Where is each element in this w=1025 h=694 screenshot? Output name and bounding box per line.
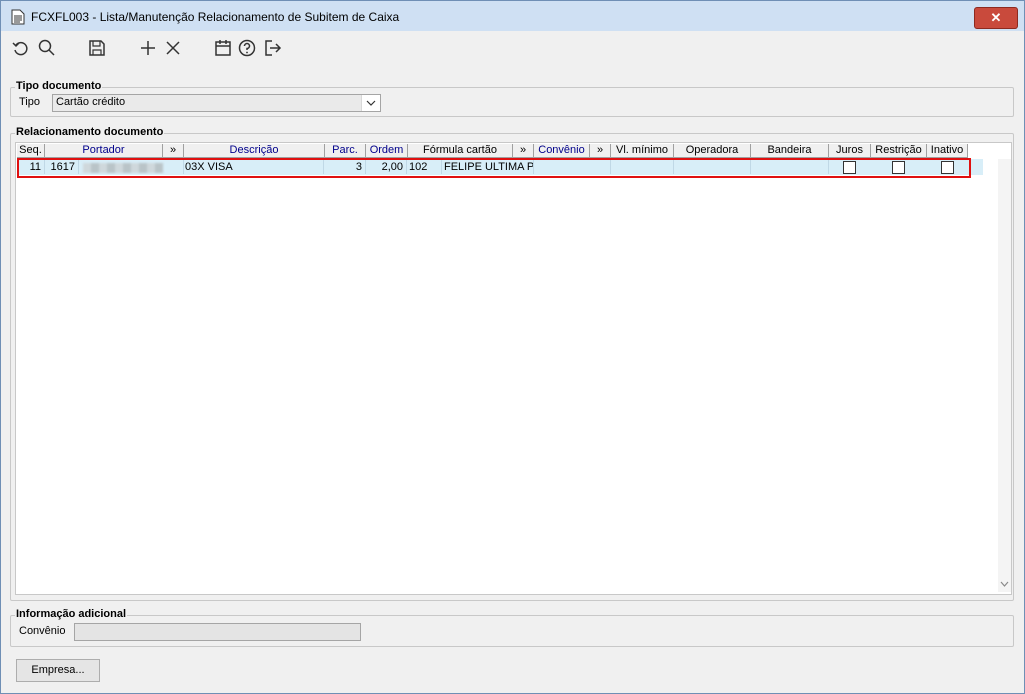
convenio-label: Convênio: [19, 625, 66, 637]
convenio-field[interactable]: [74, 623, 361, 641]
cell-parc: 3: [324, 160, 366, 174]
exit-icon[interactable]: [263, 38, 283, 58]
document-icon: [11, 9, 25, 25]
toolbar: [1, 31, 1024, 63]
col-header-expand-convenio[interactable]: »: [590, 144, 611, 158]
restricao-checkbox[interactable]: [892, 161, 905, 174]
delete-icon[interactable]: [163, 38, 183, 58]
main-window: FCXFL003 - Lista/Manutenção Relacionamen…: [0, 0, 1025, 694]
col-header-formula-cartao[interactable]: Fórmula cartão: [408, 144, 513, 158]
col-header-juros[interactable]: Juros: [829, 144, 871, 158]
cell-descricao: 03X VISA: [183, 160, 324, 174]
cell-portador-name: [79, 160, 184, 174]
col-header-parc[interactable]: Parc.: [325, 144, 366, 158]
table-row[interactable]: 11 1617 03X VISA 3 2,00 102 FELIPE ULTIM…: [17, 159, 983, 175]
cell-bandeira: [751, 160, 829, 174]
cell-vl-minimo: [611, 160, 674, 174]
relacionamento-title: Relacionamento documento: [15, 126, 165, 138]
informacao-adicional-title: Informação adicional: [15, 608, 128, 620]
inativo-checkbox[interactable]: [941, 161, 954, 174]
redacted-portador-name: [83, 163, 163, 173]
cell-ordem: 2,00: [366, 160, 407, 174]
col-header-seq[interactable]: Seq.: [17, 144, 45, 158]
help-icon[interactable]: [237, 38, 257, 58]
tipo-documento-group: Tipo documento Tipo Cartão crédito: [10, 80, 1014, 117]
tipo-select[interactable]: Cartão crédito: [52, 94, 381, 112]
col-header-operadora[interactable]: Operadora: [674, 144, 751, 158]
col-header-vl-minimo[interactable]: Vl. mínimo: [611, 144, 674, 158]
cell-formula-desc: FELIPE ULTIMA PAI: [444, 160, 534, 174]
window-title: FCXFL003 - Lista/Manutenção Relacionamen…: [31, 10, 400, 24]
cell-portador-code: 1617: [50, 161, 75, 173]
tipo-select-dropdown[interactable]: [361, 95, 380, 111]
col-header-restricao[interactable]: Restrição: [871, 144, 927, 158]
calendar-icon[interactable]: [213, 38, 233, 58]
refresh-icon[interactable]: [11, 38, 31, 58]
col-header-descricao[interactable]: Descrição: [184, 144, 325, 158]
add-icon[interactable]: [138, 38, 158, 58]
vertical-scrollbar[interactable]: [998, 159, 1011, 592]
col-header-convenio[interactable]: Convênio: [534, 144, 590, 158]
scroll-down-icon[interactable]: [999, 580, 1010, 588]
chevron-down-icon: [366, 100, 376, 106]
tipo-documento-title: Tipo documento: [15, 80, 103, 92]
tipo-label: Tipo: [19, 96, 40, 108]
cell-convenio: [534, 160, 611, 174]
col-header-inativo[interactable]: Inativo: [927, 144, 968, 158]
cell-seq: 11: [17, 160, 45, 174]
cell-formula-cod: 102: [407, 160, 442, 174]
close-button[interactable]: ✕: [974, 7, 1018, 29]
col-header-bandeira[interactable]: Bandeira: [751, 144, 829, 158]
cell-operadora: [674, 160, 751, 174]
col-header-expand-portador[interactable]: »: [163, 144, 184, 158]
informacao-adicional-group: Informação adicional Convênio: [10, 608, 1014, 647]
empresa-button[interactable]: Empresa...: [16, 659, 100, 682]
relacionamento-grid: Seq. Portador » Descrição Parc. Ordem Fó…: [15, 142, 1012, 595]
col-header-ordem[interactable]: Ordem: [366, 144, 408, 158]
save-icon[interactable]: [87, 38, 107, 58]
cell-portador: 1617: [45, 160, 79, 174]
search-icon[interactable]: [37, 38, 57, 58]
tipo-select-value: Cartão crédito: [56, 96, 126, 108]
col-header-expand-formula[interactable]: »: [513, 144, 534, 158]
juros-checkbox[interactable]: [843, 161, 856, 174]
col-header-portador[interactable]: Portador: [45, 144, 163, 158]
title-bar: FCXFL003 - Lista/Manutenção Relacionamen…: [1, 1, 1024, 31]
